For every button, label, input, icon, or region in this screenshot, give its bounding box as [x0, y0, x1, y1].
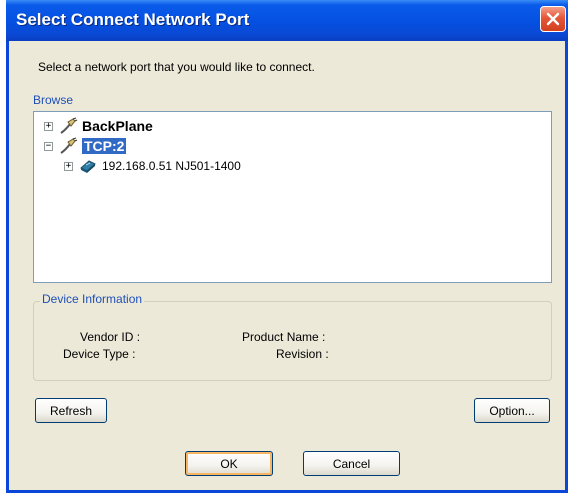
tree-item-tcp2[interactable]: − TCP:2: [44, 137, 127, 155]
device-info-group-label: Device Information: [40, 292, 145, 306]
browse-tree[interactable]: + BackPlane − TCP:2 + 192.168.0.51 NJ501…: [33, 111, 552, 283]
window-title: Select Connect Network Port: [16, 10, 250, 29]
tree-item-label: TCP:2: [82, 138, 127, 154]
plc-device-icon: [80, 160, 96, 173]
instruction-text: Select a network port that you would lik…: [38, 60, 315, 74]
tree-item-device[interactable]: + 192.168.0.51 NJ501-1400: [64, 157, 241, 175]
collapse-icon[interactable]: −: [44, 141, 53, 151]
revision-label: Revision :: [276, 347, 329, 361]
vendor-id-label: Vendor ID :: [80, 330, 141, 344]
tree-item-label: 192.168.0.51 NJ501-1400: [102, 159, 241, 173]
expand-icon[interactable]: +: [44, 121, 53, 131]
close-button[interactable]: [540, 6, 566, 32]
cancel-button[interactable]: Cancel: [303, 451, 400, 476]
tree-item-label: BackPlane: [82, 118, 153, 134]
refresh-button[interactable]: Refresh: [35, 398, 107, 423]
option-button[interactable]: Option...: [474, 398, 550, 423]
network-port-icon: [60, 137, 78, 154]
browse-group-label: Browse: [31, 93, 76, 107]
device-type-label: Device Type :: [63, 347, 136, 361]
close-icon: [546, 12, 560, 26]
expand-icon[interactable]: +: [64, 161, 73, 171]
ok-button[interactable]: OK: [185, 451, 273, 476]
tree-item-backplane[interactable]: + BackPlane: [44, 117, 153, 135]
network-port-icon: [60, 117, 78, 134]
product-name-label: Product Name :: [242, 330, 326, 344]
title-bar[interactable]: Select Connect Network Port: [6, 0, 568, 41]
